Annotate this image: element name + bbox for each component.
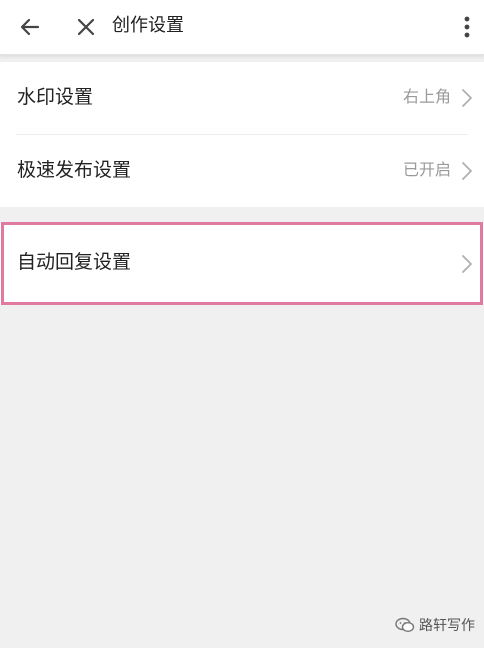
close-icon <box>77 18 95 36</box>
chevron-right-icon <box>462 89 472 107</box>
more-vertical-icon <box>464 16 470 38</box>
fast-publish-setting-label: 极速发布设置 <box>17 159 132 181</box>
page-title: 创作设置 <box>112 15 184 36</box>
close-button[interactable] <box>68 9 104 45</box>
watermark-setting-label: 水印设置 <box>17 86 94 108</box>
wechat-icon <box>395 617 415 633</box>
fast-publish-setting-row[interactable]: 极速发布设置 已开启 <box>0 135 484 207</box>
auto-reply-setting-label: 自动回复设置 <box>17 251 132 273</box>
more-menu-button[interactable] <box>449 9 484 45</box>
auto-reply-setting-row[interactable]: 自动回复设置 <box>0 222 484 305</box>
chevron-right-icon <box>462 162 472 180</box>
settings-group: 水印设置 右上角 极速发布设置 已开启 <box>0 62 484 207</box>
arrow-left-icon <box>20 18 40 36</box>
fast-publish-setting-value: 已开启 <box>402 160 451 179</box>
watermark-setting-row[interactable]: 水印设置 右上角 <box>0 62 484 134</box>
brand-watermark: 路轩写作 <box>395 614 475 636</box>
brand-watermark-text: 路轩写作 <box>419 618 475 634</box>
back-button[interactable] <box>12 9 48 45</box>
watermark-setting-value: 右上角 <box>402 87 451 106</box>
chevron-right-icon <box>462 255 472 273</box>
top-app-bar: 创作设置 <box>0 0 484 55</box>
